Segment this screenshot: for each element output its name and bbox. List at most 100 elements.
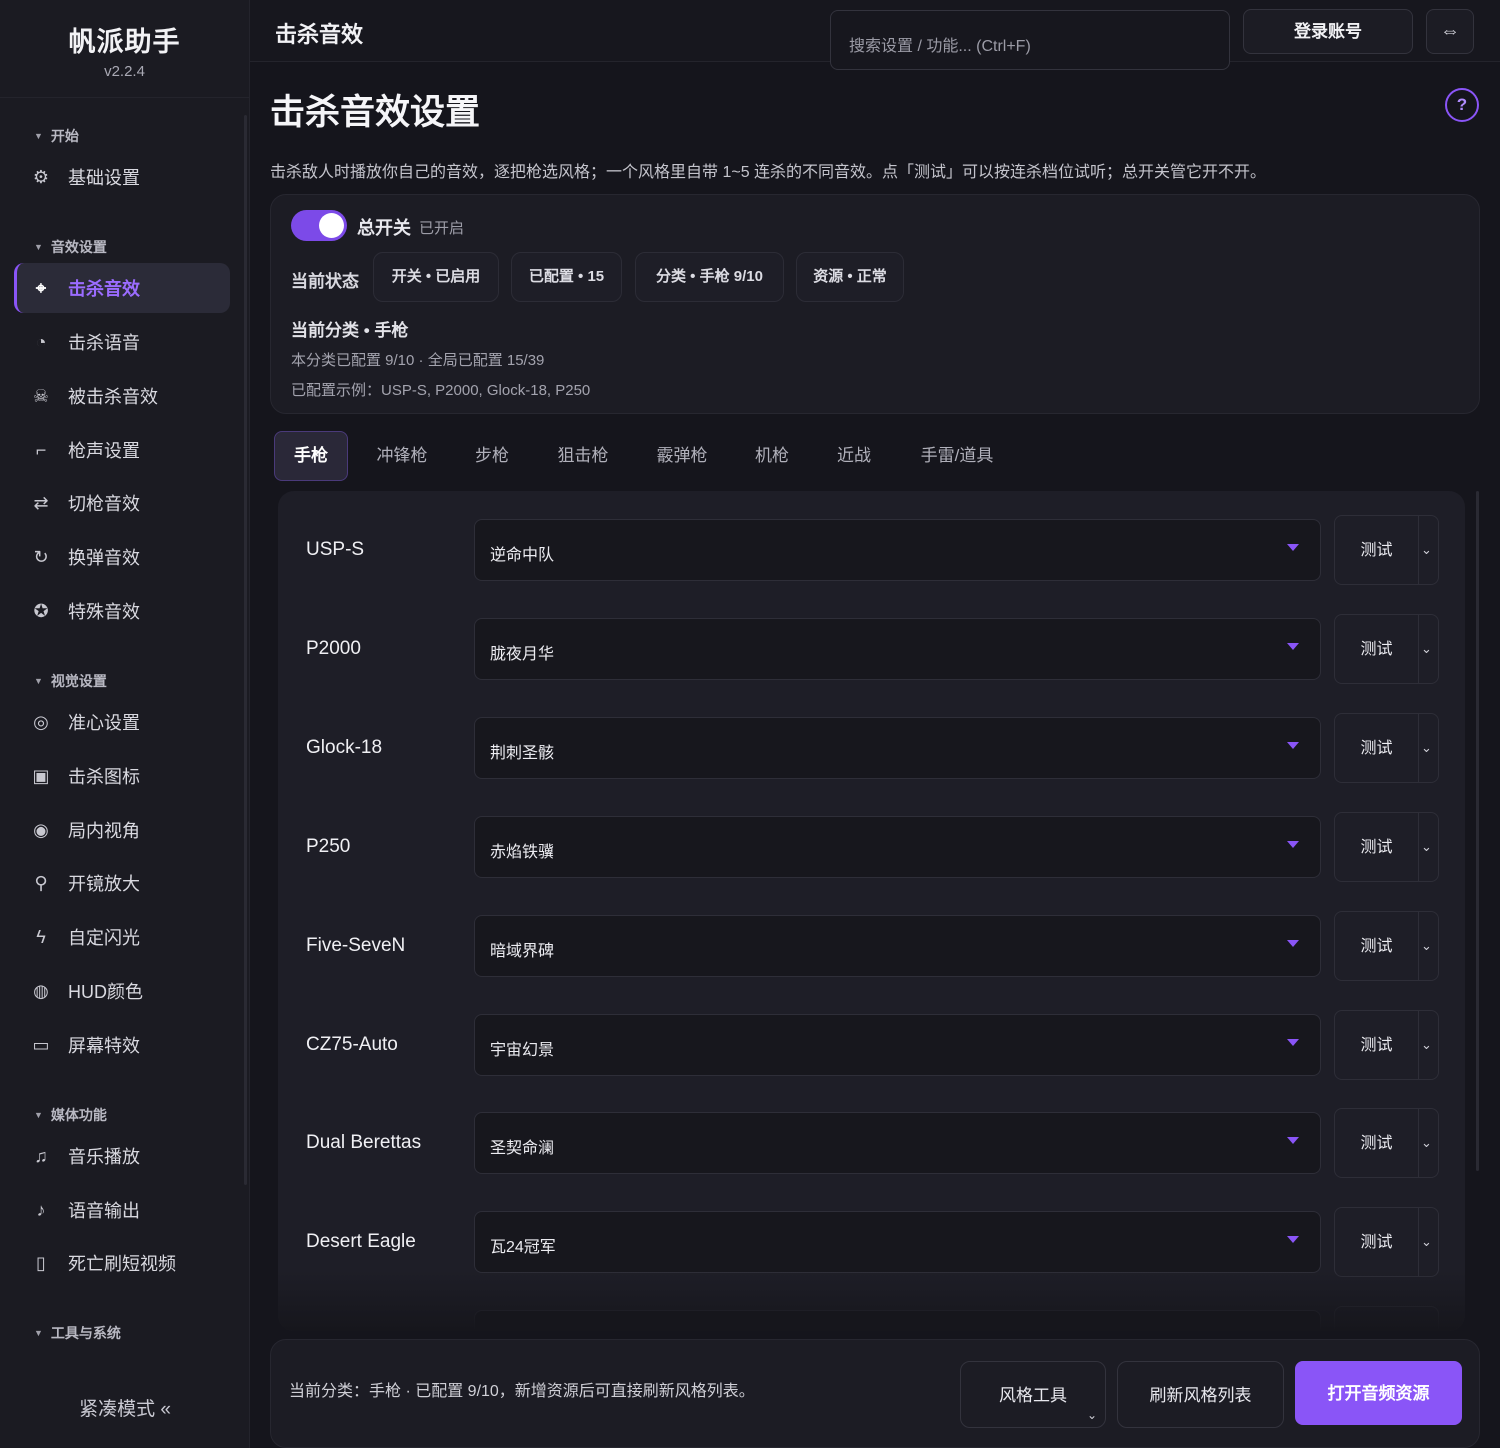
skull-icon: ☠: [32, 385, 50, 406]
open-audio-resources-button[interactable]: 打开音频资源: [1295, 1361, 1462, 1425]
tab-rifle[interactable]: 步枪: [466, 431, 518, 481]
style-select-value: 暗域界碑: [490, 942, 555, 960]
tab-melee[interactable]: 近战: [828, 431, 880, 481]
style-select-value: 圣契命澜: [490, 1140, 555, 1158]
style-select[interactable]: 荆刺圣骸: [474, 716, 1321, 779]
sidebar-item[interactable]: ⚲ 开镜放大: [14, 858, 230, 908]
sidebar-item[interactable]: ♫ 音乐播放: [14, 1131, 230, 1181]
sidebar-item[interactable]: ⚙ 基础设置: [14, 152, 230, 202]
sidebar-group-label: 媒体功能: [50, 1107, 107, 1123]
test-split-button: 测试 ⌄: [1334, 1009, 1439, 1080]
test-button[interactable]: 测试: [1335, 516, 1419, 584]
test-button[interactable]: 测试: [1335, 614, 1419, 683]
swap-arrows-icon: ⇄: [33, 492, 49, 513]
sidebar-group-title[interactable]: ▼ 开始: [34, 126, 79, 146]
sidebar-group-title[interactable]: ▼ 音效设置: [34, 237, 107, 257]
chevron-down-icon[interactable]: ⌄: [1418, 516, 1435, 584]
style-select[interactable]: 圣契命澜: [474, 1112, 1321, 1175]
tab-sniper[interactable]: 狙击枪: [548, 431, 618, 481]
gun-icon: ⌐: [35, 439, 47, 460]
sidebar-item[interactable]: ⌐ 枪声设置: [14, 425, 230, 475]
test-button[interactable]: 测试: [1335, 713, 1419, 782]
style-select[interactable]: 宇宙幻景: [474, 1013, 1321, 1076]
sidebar-group-title[interactable]: ▼ 工具与系统: [34, 1323, 121, 1343]
weapon-name: Desert Eagle: [306, 1231, 416, 1253]
sidebar-group-title[interactable]: ▼ 媒体功能: [34, 1105, 107, 1125]
search-input[interactable]: 搜索设置 / 功能... (Ctrl+F): [830, 10, 1230, 70]
footer-bar: 当前分类：手枪 · 已配置 9/10，新增资源后可直接刷新风格列表。 风格工具 …: [270, 1339, 1480, 1448]
eye-icon: ◉: [33, 819, 49, 840]
test-split-button: 测试 ⌄: [1334, 712, 1439, 783]
style-tools-label: 风格工具: [999, 1386, 1067, 1405]
sidebar-item[interactable]: ◎ 准心设置: [14, 697, 230, 747]
test-button[interactable]: 测试: [1335, 812, 1419, 881]
expand-toggle-icon[interactable]: ⇔: [1426, 9, 1474, 54]
collapse-triangle-icon: ▼: [34, 131, 43, 141]
chevron-down-icon[interactable]: ⌄: [1418, 912, 1435, 980]
sidebar-scrollbar[interactable]: [244, 115, 247, 1185]
tab-grenade[interactable]: 手雷/道具: [912, 431, 1002, 481]
style-select[interactable]: 暗域界碑: [474, 914, 1321, 977]
sidebar-item[interactable]: ◔ 击杀语音: [14, 317, 230, 367]
style-select[interactable]: 逆命中队: [474, 519, 1321, 581]
chevron-down-icon[interactable]: ⌄: [1418, 1109, 1435, 1177]
refresh-styles-button[interactable]: 刷新风格列表: [1117, 1361, 1284, 1428]
help-icon[interactable]: ?: [1445, 88, 1479, 122]
sidebar-item[interactable]: ▯ 死亡刷短视频: [14, 1238, 230, 1288]
collapse-triangle-icon: ▼: [34, 242, 43, 252]
weapon-row: USP-S 逆命中队 测试 ⌄: [278, 491, 1465, 590]
test-button[interactable]: 测试: [1335, 1109, 1419, 1178]
login-button[interactable]: 登录账号: [1243, 9, 1413, 54]
sidebar-item[interactable]: ◉ 局内视角: [14, 805, 230, 855]
sidebar-item[interactable]: ☠ 被击杀音效: [14, 371, 230, 421]
category-config-count: 本分类已配置 9/10 · 全局已配置 15/39: [291, 352, 545, 369]
chevron-down-icon[interactable]: ⌄: [1418, 813, 1435, 881]
sidebar-item[interactable]: ϟ 自定闪光: [14, 912, 230, 962]
weapon-name: P250: [306, 835, 351, 857]
style-select[interactable]: 赤焰铁骥: [474, 815, 1321, 878]
sidebar-group-title[interactable]: ▼ 视觉设置: [34, 671, 107, 691]
weapon-name: Five-SeveN: [306, 934, 406, 956]
tab-pistol[interactable]: 手枪: [274, 431, 348, 481]
chevron-down-icon[interactable]: ⌄: [1418, 615, 1435, 683]
test-button[interactable]: 测试: [1335, 911, 1419, 980]
sidebar-item[interactable]: ⇄ 切枪音效: [14, 478, 230, 528]
list-scrollbar[interactable]: [1476, 491, 1479, 1171]
sidebar-item[interactable]: ▭ 屏幕特效: [14, 1020, 230, 1070]
style-select[interactable]: 胧夜月华: [474, 617, 1321, 680]
sidebar-item[interactable]: ⌖ 击杀音效: [14, 263, 230, 313]
tab-smg[interactable]: 冲锋枪: [366, 431, 438, 481]
sidebar-item[interactable]: ▣ 击杀图标: [14, 751, 230, 801]
current-status-label: 当前状态: [291, 272, 359, 291]
app-name: 帆派助手: [68, 27, 181, 57]
tab-machine-gun[interactable]: 机枪: [746, 431, 798, 481]
sidebar-item[interactable]: ↻ 换弹音效: [14, 532, 230, 582]
category-config-examples: 已配置示例：USP-S, P2000, Glock-18, P250: [291, 382, 591, 399]
chevron-down-icon[interactable]: ⌄: [1418, 1011, 1435, 1079]
test-button[interactable]: 测试: [1335, 1010, 1419, 1079]
weapon-name: Dual Berettas: [306, 1132, 422, 1154]
test-button[interactable]: 测试: [1335, 1208, 1419, 1277]
sidebar-item[interactable]: ◍ HUD颜色: [14, 966, 230, 1016]
master-switch-toggle[interactable]: [291, 210, 347, 241]
style-select[interactable]: 瓦24冠军: [474, 1211, 1321, 1274]
tab-shotgun[interactable]: 霰弹枪: [646, 431, 718, 481]
weapon-name: CZ75-Auto: [306, 1033, 398, 1055]
weapon-name: USP-S: [306, 539, 365, 560]
chevron-down-icon[interactable]: ⌄: [1418, 1208, 1435, 1276]
target-icon: ◎: [33, 711, 49, 732]
chevron-down-icon[interactable]: ⌄: [1418, 714, 1435, 782]
style-tools-button[interactable]: 风格工具 ⌄: [960, 1361, 1106, 1428]
image-icon: ▣: [32, 765, 50, 786]
sidebar-item[interactable]: ✪ 特殊音效: [14, 586, 230, 636]
compact-mode-button[interactable]: 紧凑模式 «: [0, 1372, 249, 1448]
gear-icon: ⚙: [32, 166, 50, 187]
test-split-button: 测试 ⌄: [1334, 1108, 1439, 1179]
sidebar: 帆派助手 v2.2.4 ▼ 开始 ⚙ 基础设置 ▼ 音效设置 ⌖ 击杀音效 ◔ 击杀语音 ☠ 被击杀音…: [0, 0, 250, 1448]
sidebar-item-label: 被击杀音效: [68, 387, 158, 407]
sidebar-item-label: 音乐播放: [68, 1147, 140, 1167]
page-title: 击杀音效设置: [270, 93, 481, 132]
sidebar-item[interactable]: ♪ 语音输出: [14, 1185, 230, 1235]
sidebar-group-label: 视觉设置: [50, 673, 107, 689]
current-category-title: 当前分类 • 手枪: [291, 321, 409, 340]
